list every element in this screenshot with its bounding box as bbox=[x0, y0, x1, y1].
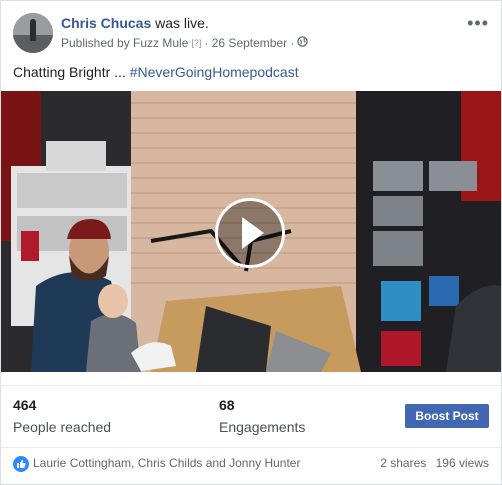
engagements-stat: 68 Engagements bbox=[219, 397, 305, 435]
people-reached-value: 464 bbox=[13, 397, 37, 413]
author-name[interactable]: Chris Chucas bbox=[61, 15, 151, 31]
insights-bar: 464 People reached 68 Engagements Boost … bbox=[1, 385, 501, 440]
post-text: Chatting Brightr ... #NeverGoingHomepodc… bbox=[13, 64, 299, 80]
boost-post-button[interactable]: Boost Post bbox=[405, 404, 489, 428]
video-thumbnail[interactable] bbox=[1, 91, 501, 372]
globe-icon bbox=[297, 36, 309, 50]
like-icon[interactable] bbox=[13, 456, 29, 472]
engagements-label: Engagements bbox=[219, 419, 306, 435]
live-status: was live. bbox=[155, 15, 209, 31]
views-count[interactable]: 196 views bbox=[436, 456, 489, 470]
post-date[interactable]: · 26 September · bbox=[204, 36, 294, 50]
post-text-body: Chatting Brightr ... bbox=[13, 64, 130, 80]
help-mark[interactable]: [?] bbox=[191, 38, 201, 48]
header-text: Chris Chucas was live. Published by Fuzz… bbox=[61, 15, 309, 50]
people-reached-stat: 464 People reached bbox=[13, 397, 111, 435]
post-meta: Published by Fuzz Mule [?] · 26 Septembe… bbox=[61, 36, 309, 50]
shares-count[interactable]: 2 shares bbox=[380, 456, 426, 470]
engagements-value: 68 bbox=[219, 397, 235, 413]
post-header: Chris Chucas was live. Published by Fuzz… bbox=[13, 13, 489, 57]
headline: Chris Chucas was live. bbox=[61, 15, 308, 31]
people-reached-label: People reached bbox=[13, 419, 112, 435]
reactions-bar: Laurie Cottingham, Chris Childs and Jonn… bbox=[1, 447, 501, 478]
more-options-icon[interactable]: ••• bbox=[467, 13, 489, 34]
avatar[interactable] bbox=[13, 13, 53, 53]
play-button[interactable] bbox=[215, 198, 285, 268]
reactors-list[interactable]: Laurie Cottingham, Chris Childs and Jonn… bbox=[33, 456, 300, 470]
post-card: Chris Chucas was live. Published by Fuzz… bbox=[0, 0, 502, 485]
hashtag-link[interactable]: #NeverGoingHomepodcast bbox=[130, 64, 299, 80]
engagement-counts: 2 shares 196 views bbox=[380, 456, 489, 470]
published-by[interactable]: Published by Fuzz Mule bbox=[61, 36, 188, 50]
